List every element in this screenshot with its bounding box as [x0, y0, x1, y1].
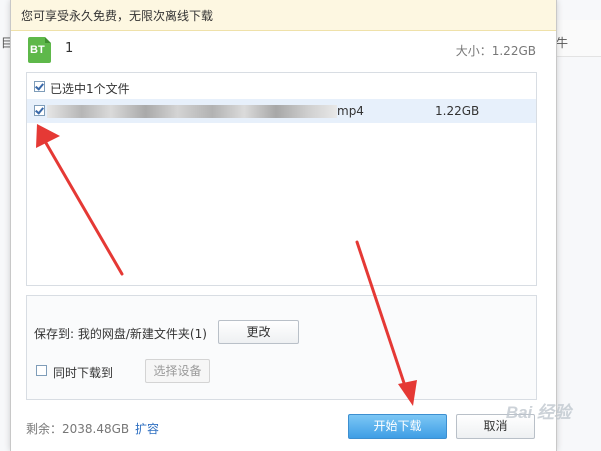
- total-size: 大小：1.22GB: [455, 44, 536, 58]
- select-device-button[interactable]: 选择设备: [145, 359, 210, 383]
- file-size: 1.22GB: [435, 104, 480, 118]
- watermark: Bai 经验: [505, 403, 571, 422]
- blurred-file-name: [47, 105, 337, 118]
- file-checkbox[interactable]: [34, 105, 45, 116]
- file-row[interactable]: mp4 1.22GB: [27, 99, 536, 123]
- save-location-label: 保存到: 我的网盘/新建文件夹(1): [34, 327, 207, 341]
- save-location-panel: 保存到: 我的网盘/新建文件夹(1) 更改 同时下载到 选择设备: [26, 295, 537, 400]
- start-download-button[interactable]: 开始下载: [348, 414, 447, 439]
- expand-storage-link[interactable]: 扩容: [135, 420, 159, 437]
- notice-bar: 您可享受永久免费，无限次离线下载: [11, 0, 556, 31]
- select-all-checkbox[interactable]: [34, 81, 45, 92]
- select-all-row[interactable]: 已选中1个文件: [27, 73, 536, 99]
- torrent-name: 1: [65, 41, 74, 56]
- bt-icon-label: BT: [30, 44, 45, 56]
- background-text: 牛: [556, 36, 569, 50]
- change-location-button[interactable]: 更改: [218, 320, 299, 344]
- also-download-label: 同时下载到: [53, 366, 114, 380]
- select-all-label: 已选中1个文件: [50, 82, 130, 96]
- file-extension: mp4: [337, 104, 364, 118]
- also-download-checkbox[interactable]: [36, 365, 47, 376]
- notice-text: 您可享受永久免费，无限次离线下载: [21, 9, 214, 23]
- remaining-space: 剩余：2038.48GB: [26, 422, 130, 436]
- offline-download-dialog: 您可享受永久免费，无限次离线下载 BT 1 大小：1.22GB 已选中1个文件 …: [10, 0, 557, 451]
- file-list-panel: 已选中1个文件 mp4 1.22GB: [26, 72, 537, 286]
- bt-file-icon: BT: [28, 37, 51, 63]
